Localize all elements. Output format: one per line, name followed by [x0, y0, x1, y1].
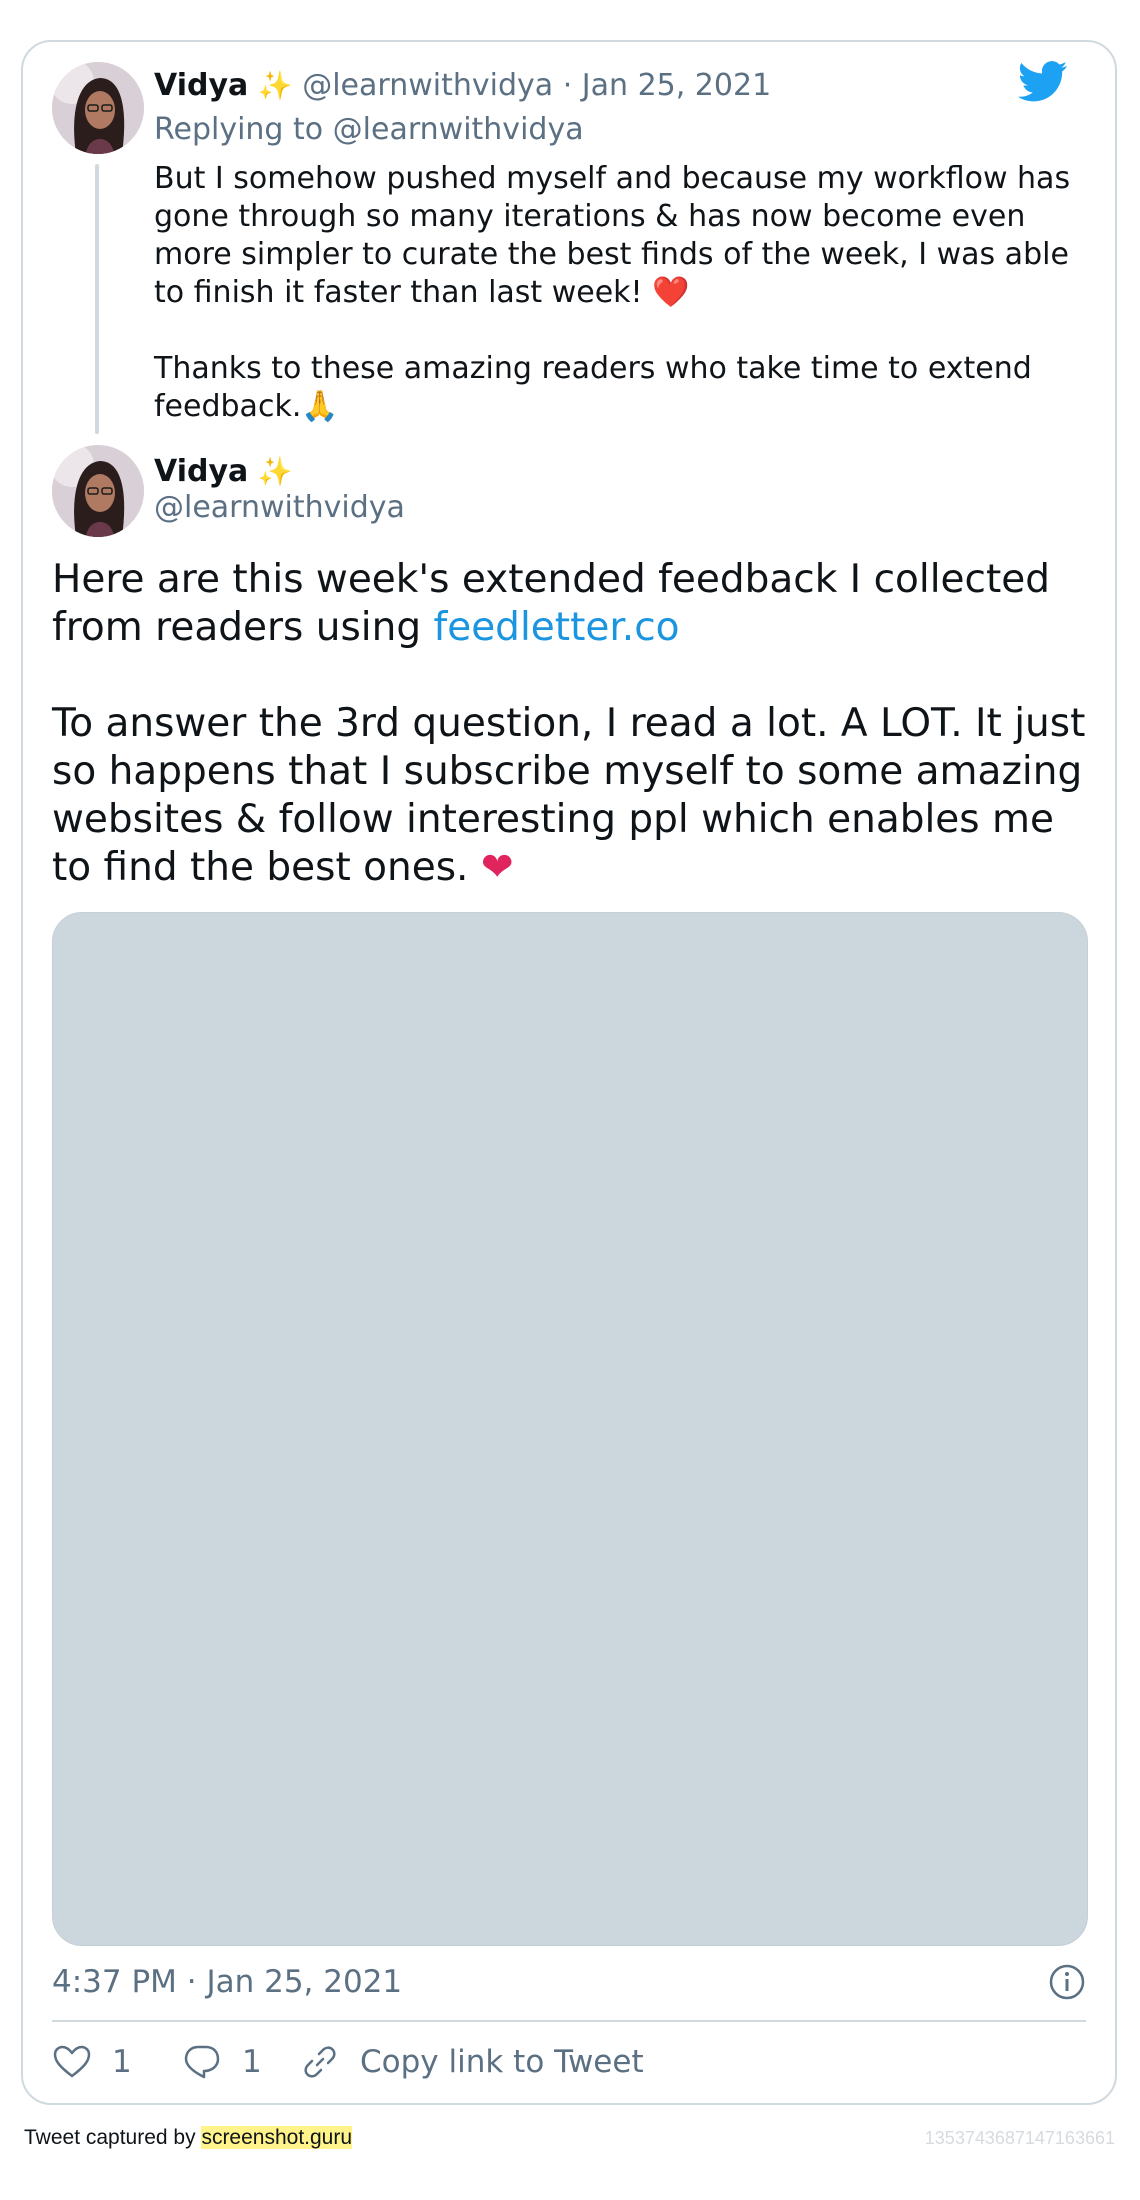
twitter-bird-icon[interactable]	[1018, 61, 1068, 103]
media-placeholder[interactable]	[52, 912, 1088, 1946]
copy-link-button[interactable]: Copy link to Tweet	[300, 2040, 644, 2084]
separator: ·	[562, 68, 573, 103]
author-name[interactable]: Vidya	[154, 68, 248, 103]
main-text-part2: To answer the 3rd question, I read a lot…	[52, 701, 1086, 890]
divider	[52, 2020, 1086, 2022]
author-name[interactable]: Vidya	[154, 454, 248, 489]
copy-link-label: Copy link to Tweet	[360, 2044, 644, 2080]
captured-by-text: Tweet captured by	[24, 2126, 202, 2149]
like-button[interactable]: 1	[52, 2040, 132, 2084]
info-icon[interactable]	[1047, 1962, 1087, 2002]
footer-credit: Tweet captured by screenshot.guru	[24, 2126, 353, 2150]
author-handle[interactable]: @learnwithvidya	[154, 488, 405, 528]
tweet-timestamp[interactable]: 4:37 PM · Jan 25, 2021	[52, 1962, 402, 2002]
sparkle-emoji: ✨	[257, 69, 293, 102]
main-tweet-text: Here are this week's extended feedback I…	[52, 556, 1092, 892]
reply-count: 1	[242, 2044, 262, 2080]
reply-tweet-text: But I somehow pushed myself and because …	[154, 161, 1071, 424]
avatar[interactable]	[52, 445, 144, 537]
avatar-image	[52, 445, 144, 537]
thread-connector-line	[95, 164, 99, 434]
feedletter-link[interactable]: feedletter.co	[433, 605, 679, 650]
sparkle-emoji: ✨	[257, 455, 293, 488]
screenshot-guru-link[interactable]: screenshot.guru	[201, 2126, 353, 2149]
like-count: 1	[112, 2044, 132, 2080]
replying-to[interactable]: Replying to @learnwithvidya	[154, 110, 584, 150]
heart-emoji: ❤	[480, 845, 514, 890]
main-author-name-line: Vidya ✨	[154, 452, 293, 492]
reply-bubble-icon	[184, 2045, 220, 2079]
reply-button[interactable]: 1	[182, 2040, 262, 2084]
author-handle[interactable]: @learnwithvidya	[302, 68, 553, 103]
tweet-id: 1353743687147163661	[924, 2128, 1115, 2148]
heart-outline-icon	[53, 2045, 91, 2078]
avatar[interactable]	[52, 62, 144, 154]
tweet-date[interactable]: Jan 25, 2021	[582, 68, 771, 103]
reply-author-line: Vidya ✨ @learnwithvidya · Jan 25, 2021	[154, 66, 771, 106]
link-icon	[304, 2046, 336, 2078]
avatar-image	[52, 62, 144, 154]
